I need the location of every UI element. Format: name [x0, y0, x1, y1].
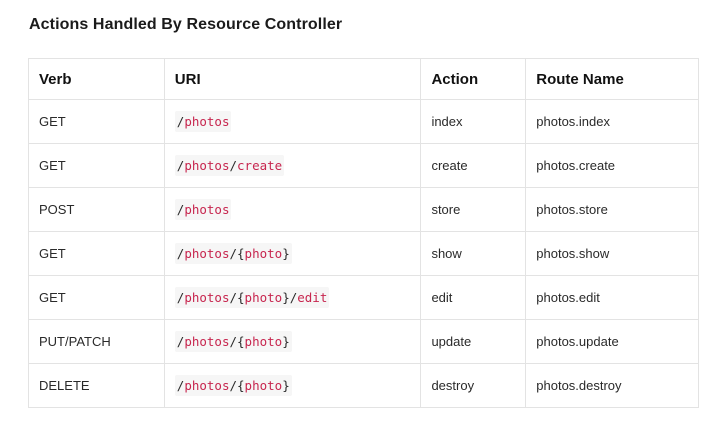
- uri-segment: photos: [184, 114, 230, 129]
- table-row: GET/photos/{photo} show photos.show: [28, 231, 699, 276]
- uri-code: /photos/{photo}: [174, 243, 292, 264]
- route-name-cell: photos.destroy: [525, 363, 699, 408]
- uri-segment: photos: [184, 378, 230, 393]
- resource-actions-table: Verb URI Action Route Name GET/photos ind…: [28, 58, 699, 408]
- route-name-cell: photos.create: [525, 143, 699, 188]
- uri-segment: photos: [184, 246, 230, 261]
- route-name-cell: photos.update: [525, 319, 699, 364]
- action-cell: index: [420, 99, 527, 144]
- column-header-route-name: Route Name: [525, 58, 699, 100]
- uri-cell: /photos: [163, 187, 422, 232]
- action-cell: update: [420, 319, 527, 364]
- verb-cell: POST: [28, 187, 165, 232]
- uri-segment: photo: [244, 290, 283, 305]
- route-name-cell: photos.store: [525, 187, 699, 232]
- uri-separator: /{: [229, 378, 245, 393]
- uri-segment: photos: [184, 158, 230, 173]
- uri-segment: photo: [244, 334, 283, 349]
- uri-segment: create: [237, 158, 283, 173]
- verb-cell: GET: [28, 275, 165, 320]
- uri-cell: /photos/{photo}: [163, 363, 422, 408]
- uri-segment: photos: [184, 334, 230, 349]
- action-cell: store: [420, 187, 527, 232]
- uri-cell: /photos/{photo}: [163, 319, 422, 364]
- action-cell: create: [420, 143, 527, 188]
- uri-segment: photo: [244, 378, 283, 393]
- table-row: GET/photos/create create photos.create: [28, 143, 699, 188]
- uri-separator: }: [282, 246, 290, 261]
- uri-segment: edit: [297, 290, 328, 305]
- route-name-cell: photos.index: [525, 99, 699, 144]
- uri-code: /photos: [174, 111, 232, 132]
- verb-cell: GET: [28, 99, 165, 144]
- table-row: POST/photos store photos.store: [28, 187, 699, 232]
- uri-separator: }: [282, 334, 290, 349]
- uri-separator: }/: [282, 290, 298, 305]
- table-row: PUT/PATCH/photos/{photo} update photos.upd…: [28, 319, 699, 364]
- uri-separator: /: [229, 158, 238, 173]
- uri-separator: }: [282, 378, 290, 393]
- uri-segment: photos: [184, 202, 230, 217]
- uri-segment: photos: [184, 290, 230, 305]
- verb-cell: GET: [28, 143, 165, 188]
- uri-segment: photo: [244, 246, 283, 261]
- uri-cell: /photos/{photo}/edit: [163, 275, 422, 320]
- uri-code: /photos/create: [174, 155, 285, 176]
- action-cell: show: [420, 231, 527, 276]
- uri-code: /photos/{photo}: [174, 331, 292, 352]
- route-name-cell: photos.show: [525, 231, 699, 276]
- route-name-cell: photos.edit: [525, 275, 699, 320]
- uri-cell: /photos: [163, 99, 422, 144]
- table-header-row: Verb URI Action Route Name: [28, 58, 699, 100]
- action-cell: edit: [420, 275, 527, 320]
- table-row: GET/photos/{photo}/edit edit photos.edit: [28, 275, 699, 320]
- uri-code: /photos/{photo}: [174, 375, 292, 396]
- table-body: GET/photos index photos.index GET/photos/cr…: [28, 99, 699, 408]
- uri-cell: /photos/create: [163, 143, 422, 188]
- page-title: Actions Handled By Resource Controller: [29, 16, 343, 33]
- table-row: GET/photos index photos.index: [28, 99, 699, 144]
- verb-cell: DELETE: [28, 363, 165, 408]
- action-cell: destroy: [420, 363, 527, 408]
- uri-separator: /{: [229, 246, 245, 261]
- uri-separator: /{: [229, 290, 245, 305]
- column-header-uri: URI: [163, 58, 422, 100]
- uri-cell: /photos/{photo}: [163, 231, 422, 276]
- column-header-verb: Verb: [28, 58, 165, 100]
- table-row: DELETE/photos/{photo} destroy photos.destr…: [28, 363, 699, 408]
- uri-code: /photos: [174, 199, 232, 220]
- verb-cell: PUT/PATCH: [28, 319, 165, 364]
- column-header-action: Action: [420, 58, 527, 100]
- uri-separator: /{: [229, 334, 245, 349]
- uri-code: /photos/{photo}/edit: [174, 287, 330, 308]
- verb-cell: GET: [28, 231, 165, 276]
